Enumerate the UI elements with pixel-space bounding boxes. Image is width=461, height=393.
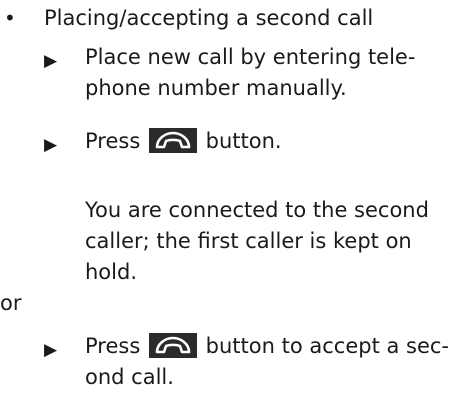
call-button bbox=[148, 128, 197, 153]
result-line-1: You are connected to the second bbox=[85, 198, 429, 222]
alt-step-press-label: Press bbox=[85, 334, 141, 358]
phone-handset-icon bbox=[155, 336, 191, 354]
or-label: or bbox=[0, 291, 22, 315]
step-1-line-1: Place new call by entering tele- bbox=[85, 45, 416, 69]
result-line-2: caller; the first caller is kept on bbox=[85, 229, 412, 253]
step-1-line-2: phone number manually. bbox=[85, 76, 347, 100]
section-heading: Placing/accepting a second call bbox=[44, 6, 374, 30]
bullet-point: • bbox=[4, 6, 16, 30]
step-2-after-label: button. bbox=[205, 129, 282, 153]
step-arrow-icon: ▶ bbox=[44, 340, 58, 360]
step-arrow-icon: ▶ bbox=[44, 135, 58, 155]
step-2-text: Press button. bbox=[85, 126, 282, 157]
alt-step-after-label: button to accept a sec- bbox=[205, 334, 450, 358]
step-2-press-label: Press bbox=[85, 129, 141, 153]
alt-step-line-2: ond call. bbox=[85, 365, 174, 389]
result-text: You are connected to the second caller; … bbox=[85, 195, 429, 288]
call-button bbox=[148, 333, 197, 358]
alt-step-line-1: Press button to accept a sec- bbox=[85, 331, 449, 362]
result-line-3: hold. bbox=[85, 260, 137, 284]
step-arrow-icon: ▶ bbox=[44, 51, 58, 71]
phone-handset-icon bbox=[155, 131, 191, 149]
